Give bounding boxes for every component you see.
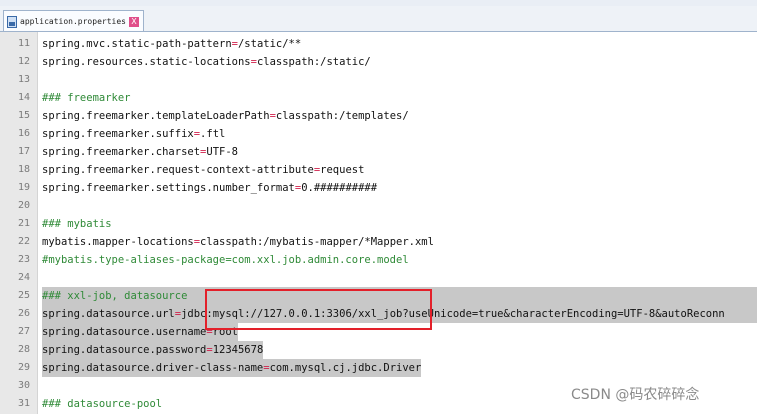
line-number: 15 xyxy=(17,110,30,121)
code-text: spring.freemarker.templateLoaderPath=cla… xyxy=(42,107,409,125)
code-text: #mybatis.type-aliases-package=com.xxl.jo… xyxy=(42,251,409,269)
code-line: 17 spring.freemarker.charset=UTF-8 xyxy=(0,143,757,161)
code-line: 20 xyxy=(0,197,757,215)
code-text: spring.datasource.driver-class-name=com.… xyxy=(42,359,422,377)
code-line: 28 spring.datasource.password=12345678 xyxy=(0,341,757,359)
line-number: 27 xyxy=(17,326,30,337)
property-key: spring.freemarker.suffix xyxy=(42,128,194,140)
property-value: UTF-8 xyxy=(206,146,238,158)
comment-text: ### freemarker xyxy=(42,92,131,104)
tab-application-properties[interactable]: application.properties X xyxy=(3,10,144,32)
line-number: 19 xyxy=(17,182,30,193)
code-line: 22 mybatis.mapper-locations=classpath:/my… xyxy=(0,233,757,251)
code-editor[interactable]: 11 spring.mvc.static-path-pattern=/static… xyxy=(0,32,757,414)
code-text: ### freemarker xyxy=(42,89,131,107)
line-number: 22 xyxy=(17,236,30,247)
line-number: 21 xyxy=(17,218,30,229)
code-line: 23 #mybatis.type-aliases-package=com.xxl.… xyxy=(0,251,757,269)
code-text: spring.freemarker.suffix=.ftl xyxy=(42,125,225,143)
code-line: 11 spring.mvc.static-path-pattern=/static… xyxy=(0,35,757,53)
close-icon[interactable]: X xyxy=(128,16,139,27)
property-value: /static/** xyxy=(237,38,302,50)
code-text: spring.resources.static-locations=classp… xyxy=(42,53,371,71)
property-key: spring.freemarker.templateLoaderPath xyxy=(42,110,270,122)
code-text: spring.freemarker.settings.number_format… xyxy=(42,179,377,197)
property-value: request xyxy=(320,164,365,176)
comment-text: ### datasource-pool xyxy=(42,398,163,410)
property-value: classpath:/static/ xyxy=(256,56,371,68)
annotation-box xyxy=(205,289,432,330)
code-text: spring.mvc.static-path-pattern=/static/*… xyxy=(42,35,301,53)
code-line: 14 ### freemarker xyxy=(0,89,757,107)
code-line: 24 xyxy=(0,269,757,287)
code-line: 15 spring.freemarker.templateLoaderPath=c… xyxy=(0,107,757,125)
property-key: spring.freemarker.request-context-attrib… xyxy=(42,164,314,176)
property-value: classpath:/mybatis-mapper/*Mapper.xml xyxy=(200,236,434,248)
code-text: spring.freemarker.charset=UTF-8 xyxy=(42,143,238,161)
line-number: 26 xyxy=(17,308,30,319)
code-text: ### mybatis xyxy=(42,215,112,233)
line-number: 24 xyxy=(17,272,30,283)
comment-text: ### xxl-job, datasource xyxy=(42,290,188,302)
code-text: spring.freemarker.request-context-attrib… xyxy=(42,161,364,179)
comment-text: #mybatis.type-aliases-package=com.xxl.jo… xyxy=(42,254,409,266)
code-line: 12 spring.resources.static-locations=clas… xyxy=(0,53,757,71)
property-value: classpath:/templates/ xyxy=(275,110,409,122)
line-number: 13 xyxy=(17,74,30,85)
code-line: 21 ### mybatis xyxy=(0,215,757,233)
property-value: 0.########## xyxy=(301,182,378,194)
line-number: 25 xyxy=(17,290,30,301)
property-value: com.mysql.cj.jdbc.Driver xyxy=(269,362,422,374)
file-icon xyxy=(7,15,17,28)
comment-text: ### mybatis xyxy=(42,218,112,230)
line-number: 28 xyxy=(17,344,30,355)
property-key: spring.datasource.username xyxy=(42,326,207,338)
line-number: 23 xyxy=(17,254,30,265)
code-text: mybatis.mapper-locations=classpath:/myba… xyxy=(42,233,434,251)
property-key: spring.datasource.driver-class-name xyxy=(42,362,264,374)
property-key: spring.datasource.password xyxy=(42,344,207,356)
tab-title: application.properties xyxy=(20,17,126,26)
line-number: 30 xyxy=(17,380,30,391)
property-key: spring.mvc.static-path-pattern xyxy=(42,38,232,50)
line-number: 20 xyxy=(17,200,30,211)
code-line: 13 xyxy=(0,71,757,89)
property-value: .ftl xyxy=(200,128,226,140)
line-number: 16 xyxy=(17,128,30,139)
line-number: 14 xyxy=(17,92,30,103)
property-key: spring.freemarker.settings.number_format xyxy=(42,182,295,194)
code-line: 19 spring.freemarker.settings.number_form… xyxy=(0,179,757,197)
line-number: 17 xyxy=(17,146,30,157)
tab-bar: application.properties X xyxy=(0,6,757,32)
line-number: 12 xyxy=(17,56,30,67)
property-value: 12345678 xyxy=(212,344,264,356)
property-key: spring.resources.static-locations xyxy=(42,56,251,68)
watermark: CSDN @码农碎碎念 xyxy=(571,387,700,403)
line-number: 18 xyxy=(17,164,30,175)
property-key: spring.datasource.url xyxy=(42,308,175,320)
line-number: 11 xyxy=(17,38,30,49)
code-text: ### datasource-pool xyxy=(42,395,162,413)
code-line: 18 spring.freemarker.request-context-attr… xyxy=(0,161,757,179)
code-line: 16 spring.freemarker.suffix=.ftl xyxy=(0,125,757,143)
code-text: spring.datasource.password=12345678 xyxy=(42,341,264,359)
property-key: mybatis.mapper-locations xyxy=(42,236,194,248)
line-number: 29 xyxy=(17,362,30,373)
code-line: 29 spring.datasource.driver-class-name=co… xyxy=(0,359,757,377)
line-number: 31 xyxy=(17,398,30,409)
property-key: spring.freemarker.charset xyxy=(42,146,201,158)
